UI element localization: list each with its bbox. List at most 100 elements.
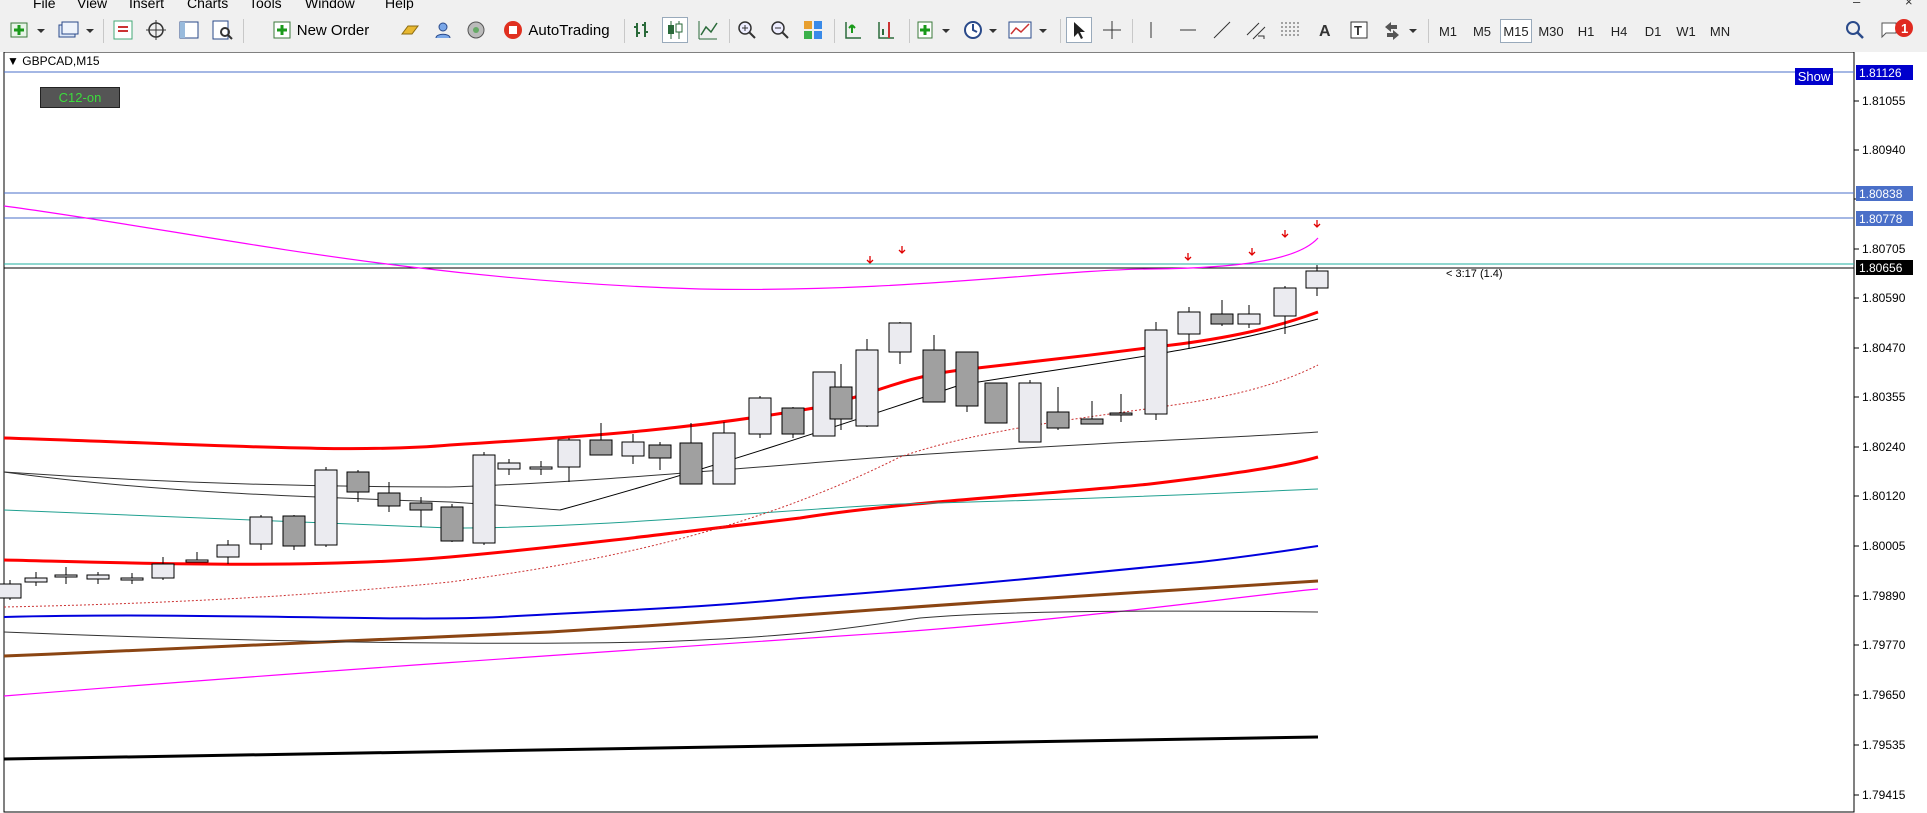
- notifications-icon[interactable]: 1: [1876, 17, 1916, 43]
- candle-body: [955, 351, 979, 407]
- chart-area[interactable]: ▼ GBPCAD,M15 C12-on Show < 3:17 (1.4) 1.…: [0, 52, 1927, 813]
- candle-body: [922, 349, 946, 403]
- data-window-icon[interactable]: [176, 17, 202, 43]
- candle-countdown-label: < 3:17 (1.4): [1446, 268, 1503, 280]
- price-label: 1.80470: [1862, 341, 1906, 355]
- candle-body: [185, 559, 209, 563]
- candle-body: [440, 506, 464, 542]
- zoom-out-icon[interactable]: [767, 17, 793, 43]
- menu-view[interactable]: View: [77, 0, 107, 10]
- price-label: 1.80120: [1862, 489, 1906, 503]
- crosshair-icon[interactable]: [1099, 17, 1125, 43]
- candle-body: [1080, 418, 1104, 425]
- candle-body: [748, 397, 772, 435]
- price-label: 1.79770: [1862, 638, 1906, 652]
- menu-window[interactable]: Window: [305, 0, 355, 10]
- candle-body: [984, 382, 1008, 424]
- zoom-in-icon[interactable]: [734, 17, 760, 43]
- indicator-status-badge[interactable]: C12-on: [40, 87, 120, 108]
- show-button[interactable]: Show: [1795, 68, 1833, 85]
- candle-body: [1046, 411, 1070, 429]
- menu-insert[interactable]: Insert: [129, 0, 164, 10]
- timeframe-m30[interactable]: M30: [1534, 19, 1568, 43]
- candle-body: [1018, 382, 1042, 443]
- candle-body: [282, 515, 306, 547]
- price-label: 1.80355: [1862, 390, 1906, 404]
- timeframe-h1[interactable]: H1: [1570, 19, 1602, 43]
- timeframe-m15[interactable]: M15: [1500, 19, 1532, 43]
- minimize-window-icon[interactable]: –: [1853, 0, 1860, 9]
- candle-body: [216, 544, 240, 558]
- gold-bar-icon[interactable]: [397, 17, 423, 43]
- menu-file[interactable]: File: [33, 0, 56, 10]
- timeframe-d1[interactable]: D1: [1637, 19, 1669, 43]
- timeframe-m5[interactable]: M5: [1466, 19, 1498, 43]
- candle-body: [86, 574, 110, 580]
- autotrading-button[interactable]: AutoTrading: [496, 17, 616, 43]
- autotrading-label: AutoTrading: [528, 21, 610, 39]
- level-label-top: 1.81126: [1856, 65, 1913, 80]
- timeframe-w1[interactable]: W1: [1670, 19, 1702, 43]
- new-order-button[interactable]: New Order: [250, 17, 390, 43]
- menu-help[interactable]: Help: [385, 0, 414, 10]
- equidistant-channel-icon[interactable]: [1243, 17, 1269, 43]
- candle-body: [829, 386, 853, 420]
- crosshair-navigator-icon[interactable]: [143, 17, 169, 43]
- candle-body: [679, 442, 703, 485]
- price-label: 1.80240: [1862, 440, 1906, 454]
- collapse-triangle-icon[interactable]: ▼: [7, 54, 19, 68]
- candle-body: [1109, 412, 1133, 416]
- candle-body: [1210, 313, 1234, 325]
- candlestick-chart-icon[interactable]: [662, 17, 688, 43]
- cursor-icon[interactable]: [1066, 17, 1092, 43]
- candle-body: [249, 516, 273, 545]
- community-icon[interactable]: [463, 17, 489, 43]
- candle-body: [781, 407, 805, 435]
- profiles-button[interactable]: [55, 17, 97, 43]
- price-label: 1.79535: [1862, 738, 1906, 752]
- timeframe-h4[interactable]: H4: [1603, 19, 1635, 43]
- tile-windows-icon[interactable]: [800, 17, 826, 43]
- candle-body: [377, 492, 401, 507]
- menu-charts[interactable]: Charts: [187, 0, 228, 10]
- close-window-icon[interactable]: ×: [1905, 0, 1913, 9]
- timeframe-mn[interactable]: MN: [1704, 19, 1736, 43]
- vertical-line-icon[interactable]: [1138, 17, 1164, 43]
- candle-body: [529, 466, 553, 470]
- text-tool-icon[interactable]: A: [1312, 17, 1338, 43]
- strategy-tester-icon[interactable]: [209, 17, 235, 43]
- candle-body: [314, 469, 338, 546]
- trendline-icon[interactable]: [1209, 17, 1235, 43]
- candle-body: [151, 563, 175, 579]
- menu-tools[interactable]: Tools: [249, 0, 282, 10]
- notification-count: 1: [1901, 21, 1908, 36]
- current-price-label: 1.80656: [1856, 260, 1913, 275]
- price-label: 1.80005: [1862, 539, 1906, 553]
- candle-body: [855, 349, 879, 427]
- arrows-button[interactable]: [1381, 17, 1421, 43]
- line-chart-icon[interactable]: [695, 17, 721, 43]
- svg-text:T: T: [1354, 23, 1362, 38]
- signals-icon[interactable]: [430, 17, 456, 43]
- candle-body: [621, 441, 645, 457]
- periods-button[interactable]: [962, 17, 1002, 43]
- bar-chart-icon[interactable]: [629, 17, 655, 43]
- search-icon[interactable]: [1842, 17, 1868, 43]
- templates-button[interactable]: [1007, 17, 1053, 43]
- indicators-button[interactable]: [915, 17, 955, 43]
- new-chart-button[interactable]: [8, 17, 48, 43]
- auto-scroll-icon[interactable]: [840, 17, 866, 43]
- market-watch-button[interactable]: [110, 17, 136, 43]
- candle-body: [1305, 270, 1329, 289]
- fibonacci-retracement-icon[interactable]: [1277, 17, 1303, 43]
- horizontal-line-icon[interactable]: [1175, 17, 1201, 43]
- candle-body: [1237, 313, 1261, 325]
- new-order-label: New Order: [296, 21, 370, 39]
- candle-body: [346, 471, 370, 493]
- price-label: 1.80705: [1862, 242, 1906, 256]
- text-label-icon[interactable]: T: [1346, 17, 1372, 43]
- chart-shift-icon[interactable]: [873, 17, 899, 43]
- timeframe-m1[interactable]: M1: [1432, 19, 1464, 43]
- level-label-mid: 1.80778: [1856, 211, 1913, 226]
- candle-body: [1144, 329, 1168, 415]
